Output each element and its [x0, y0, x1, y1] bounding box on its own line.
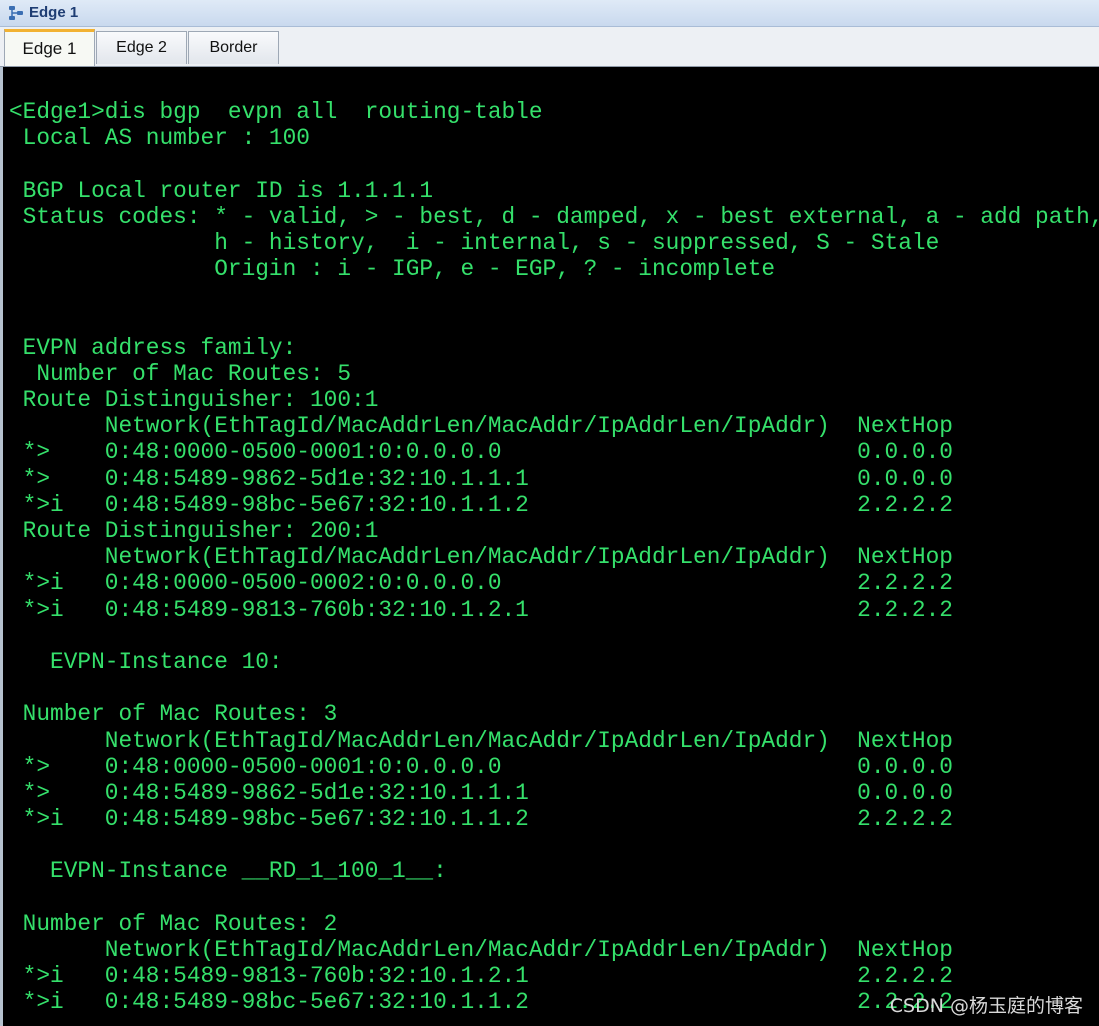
console-line: *>i 0:48:5489-98bc-5e67:32:10.1.1.2 2.2.… [9, 806, 953, 833]
terminal-window: Edge 1 Edge 1 Edge 2 Border <Edge1>dis b… [0, 0, 1099, 1026]
console-line: Route Distinguisher: 100:1 [9, 387, 379, 414]
console-line: BGP Local router ID is 1.1.1.1 [9, 177, 434, 204]
window-title: Edge 1 [29, 4, 79, 21]
console-line: *>i 0:48:0000-0500-0002:0:0.0.0.0 2.2.2.… [9, 570, 953, 597]
tab-bar: Edge 1 Edge 2 Border [0, 27, 1099, 67]
network-topology-icon [8, 5, 24, 21]
console-line: *>i 0:48:5489-9813-760b:32:10.1.2.1 2.2.… [9, 963, 953, 990]
console-line: *> 0:48:0000-0500-0001:0:0.0.0.0 0.0.0.0 [9, 439, 953, 466]
console-line: Network(EthTagId/MacAddrLen/MacAddr/IpAd… [9, 544, 953, 571]
console-line: EVPN-Instance __RD_1_100_1__: [9, 858, 447, 885]
console-output: <Edge1>dis bgp evpn all routing-table Lo… [9, 99, 1099, 1016]
console-line: Local AS number : 100 [9, 125, 310, 152]
title-bar: Edge 1 [0, 0, 1099, 27]
watermark: CSDN @杨玉庭的博客 [889, 995, 1083, 1017]
console-line: *> 0:48:5489-9862-5d1e:32:10.1.1.1 0.0.0… [9, 779, 953, 806]
console-line: *> 0:48:5489-9862-5d1e:32:10.1.1.1 0.0.0… [9, 465, 953, 492]
tab-edge-1[interactable]: Edge 1 [4, 29, 95, 66]
console-line: *> 0:48:0000-0500-0001:0:0.0.0.0 0.0.0.0 [9, 753, 953, 780]
console-line: Number of Mac Routes: 3 [9, 701, 338, 728]
console-line: <Edge1>dis bgp evpn all routing-table [9, 99, 543, 125]
console-line: *>i 0:48:5489-98bc-5e67:32:10.1.1.2 2.2.… [9, 491, 953, 518]
console-area[interactable]: <Edge1>dis bgp evpn all routing-table Lo… [0, 67, 1099, 1026]
console-line: *>i 0:48:5489-9813-760b:32:10.1.2.1 2.2.… [9, 596, 953, 623]
console-line: Number of Mac Routes: 5 [9, 360, 352, 387]
tab-border[interactable]: Border [188, 31, 279, 64]
console-line: Number of Mac Routes: 2 [9, 910, 338, 937]
console-line: Network(EthTagId/MacAddrLen/MacAddr/IpAd… [9, 727, 953, 754]
tab-edge-2[interactable]: Edge 2 [96, 31, 187, 64]
console-line: Network(EthTagId/MacAddrLen/MacAddr/IpAd… [9, 937, 953, 963]
console-line: Origin : i - IGP, e - EGP, ? - incomplet… [9, 256, 776, 283]
console-line: EVPN-Instance 10: [9, 648, 283, 675]
console-line: Route Distinguisher: 200:1 [9, 518, 379, 544]
console-line: EVPN address family: [9, 334, 297, 361]
console-line: h - history, i - internal, s - suppresse… [9, 229, 940, 256]
console-line: Status codes: * - valid, > - best, d - d… [9, 203, 1099, 230]
console-line: Network(EthTagId/MacAddrLen/MacAddr/IpAd… [9, 413, 953, 440]
